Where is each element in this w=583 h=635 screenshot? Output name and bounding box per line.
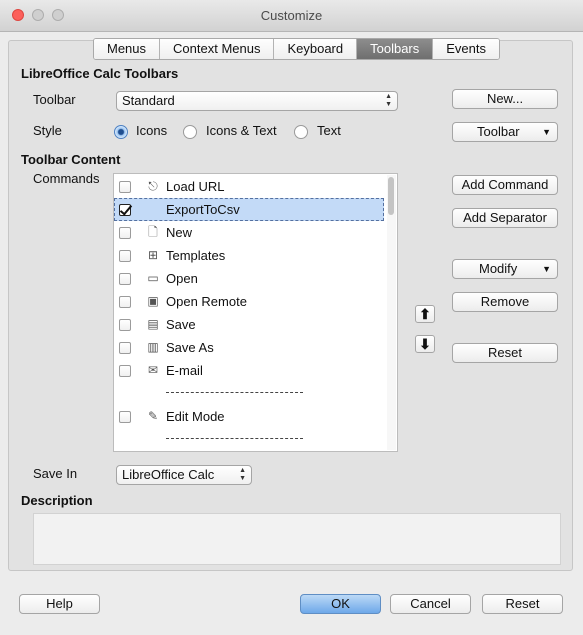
email-icon: ✉ (147, 363, 159, 377)
ok-button[interactable]: OK (300, 594, 381, 614)
separator-line (166, 438, 303, 439)
style-icons-text-label: Icons & Text (206, 123, 277, 138)
list-scrollbar[interactable] (387, 175, 396, 450)
style-icons-label: Icons (136, 123, 168, 138)
item-label: Edit Mode (166, 409, 225, 424)
list-item[interactable]: ▣ Open Remote (114, 290, 384, 313)
item-checkbox-checked[interactable] (119, 204, 131, 216)
item-label: Open Remote (166, 294, 247, 309)
toolbar-label: Toolbar (33, 92, 76, 107)
item-label: Templates (166, 248, 226, 263)
item-checkbox[interactable] (119, 227, 131, 239)
style-label: Style (33, 123, 62, 138)
add-separator-button[interactable]: Add Separator (452, 208, 558, 228)
new-toolbar-button[interactable]: New... (452, 89, 558, 109)
list-item[interactable]: ▥ Save As (114, 336, 384, 359)
move-down-button[interactable]: ⬇ (415, 335, 435, 353)
list-item[interactable]: 🗋 New (114, 221, 384, 244)
item-checkbox[interactable] (119, 411, 131, 423)
reset-content-button[interactable]: Reset (452, 343, 558, 363)
item-label: Save As (166, 340, 214, 355)
toolbar-menu-button[interactable]: Toolbar ▼ (452, 122, 558, 142)
cancel-button[interactable]: Cancel (390, 594, 471, 614)
updown-arrows-icon: ▲ ▼ (239, 467, 246, 482)
arrow-down-icon: ⬇ (419, 336, 431, 352)
dropdown-triangle-icon: ▼ (542, 264, 551, 274)
add-command-button[interactable]: Add Command (452, 175, 558, 195)
new-document-icon: 🗋 (148, 225, 158, 239)
item-label: New (166, 225, 193, 240)
style-icons-text-radio[interactable] (183, 125, 197, 139)
style-text-radio[interactable] (294, 125, 308, 139)
toolbar-select-value: Standard (122, 93, 175, 108)
tab-events[interactable]: Events (433, 39, 500, 59)
list-separator[interactable] (114, 428, 384, 451)
list-item[interactable]: ▭ Open (114, 267, 384, 290)
edit-mode-icon: ✎ (147, 409, 159, 423)
save-in-value: LibreOffice Calc (122, 467, 215, 482)
tab-toolbars[interactable]: Toolbars (357, 39, 434, 59)
item-checkbox[interactable] (119, 296, 131, 308)
section-title: LibreOffice Calc Toolbars (21, 66, 179, 81)
item-label: Load URL (166, 179, 225, 194)
commands-list[interactable]: ⎋ Load URL ExportToCsv 🗋 New ⊞ Templates… (113, 173, 398, 452)
item-label: Open (166, 271, 198, 286)
item-checkbox[interactable] (119, 181, 131, 193)
item-checkbox[interactable] (119, 365, 131, 377)
tab-bar: Menus Context Menus Keyboard Toolbars Ev… (93, 38, 501, 60)
item-label: Save (166, 317, 196, 332)
templates-icon: ⊞ (147, 248, 159, 262)
description-box (33, 513, 561, 565)
list-item[interactable]: ✎ Edit Mode (114, 405, 384, 428)
move-up-button[interactable]: ⬆ (415, 305, 435, 323)
item-checkbox[interactable] (119, 342, 131, 354)
list-item[interactable]: ✉ E-mail (114, 359, 384, 382)
separator-line (166, 392, 303, 393)
list-item-selected[interactable]: ExportToCsv (114, 198, 384, 221)
save-as-icon: ▥ (147, 340, 159, 354)
tab-context-menus[interactable]: Context Menus (160, 39, 275, 59)
style-icons-radio[interactable] (114, 125, 128, 139)
item-checkbox[interactable] (119, 250, 131, 262)
list-item[interactable]: ▤ Save (114, 313, 384, 336)
dropdown-triangle-icon: ▼ (542, 127, 551, 137)
modify-label: Modify (479, 261, 518, 276)
open-remote-icon: ▣ (147, 294, 159, 308)
list-item[interactable]: ⎋ Load URL (114, 175, 384, 198)
toolbar-menu-label: Toolbar (477, 124, 520, 139)
arrow-up-icon: ⬆ (419, 306, 431, 322)
open-folder-icon: ▭ (147, 271, 159, 285)
toolbar-content-title: Toolbar Content (21, 152, 121, 167)
load-url-icon: ⎋ (148, 179, 158, 193)
help-button[interactable]: Help (19, 594, 100, 614)
scrollbar-thumb[interactable] (388, 177, 394, 215)
reset-dialog-button[interactable]: Reset (482, 594, 563, 614)
modify-button[interactable]: Modify ▼ (452, 259, 558, 279)
save-in-label: Save In (33, 466, 78, 481)
commands-label: Commands (33, 171, 100, 186)
save-icon: ▤ (147, 317, 159, 331)
description-label: Description (21, 493, 93, 508)
remove-button[interactable]: Remove (452, 292, 558, 312)
style-text-label: Text (317, 123, 341, 138)
window-title: Customize (260, 8, 323, 23)
toolbar-select[interactable]: Standard ▲ ▼ (116, 91, 398, 111)
list-item[interactable]: ⊞ Templates (114, 244, 384, 267)
item-checkbox[interactable] (119, 319, 131, 331)
save-in-select[interactable]: LibreOffice Calc ▲ ▼ (116, 465, 252, 485)
item-label: E-mail (166, 363, 203, 378)
tab-menus[interactable]: Menus (94, 39, 161, 59)
item-label: ExportToCsv (166, 202, 240, 217)
updown-arrows-icon: ▲ ▼ (385, 93, 392, 108)
tab-keyboard[interactable]: Keyboard (274, 39, 358, 59)
item-checkbox[interactable] (119, 273, 131, 285)
list-separator[interactable] (114, 382, 384, 405)
